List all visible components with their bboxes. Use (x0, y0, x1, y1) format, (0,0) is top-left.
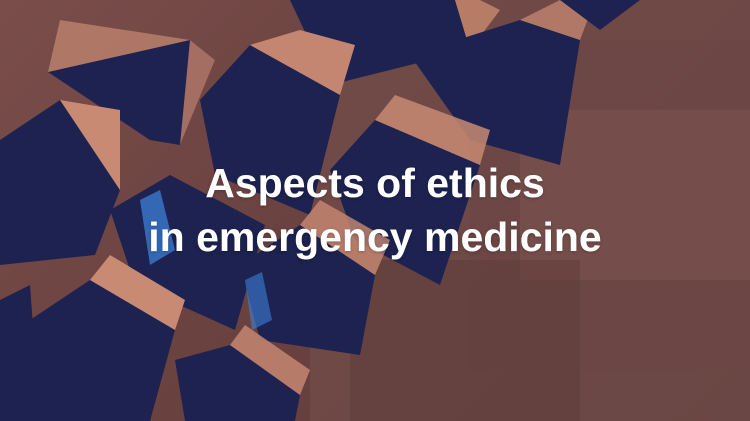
banner-title: Aspects of ethics in emergency medicine (0, 156, 750, 264)
hero-banner: Aspects of ethics in emergency medicine (0, 0, 750, 421)
title-line-2: in emergency medicine (148, 214, 602, 260)
title-line-1: Aspects of ethics (205, 160, 545, 206)
